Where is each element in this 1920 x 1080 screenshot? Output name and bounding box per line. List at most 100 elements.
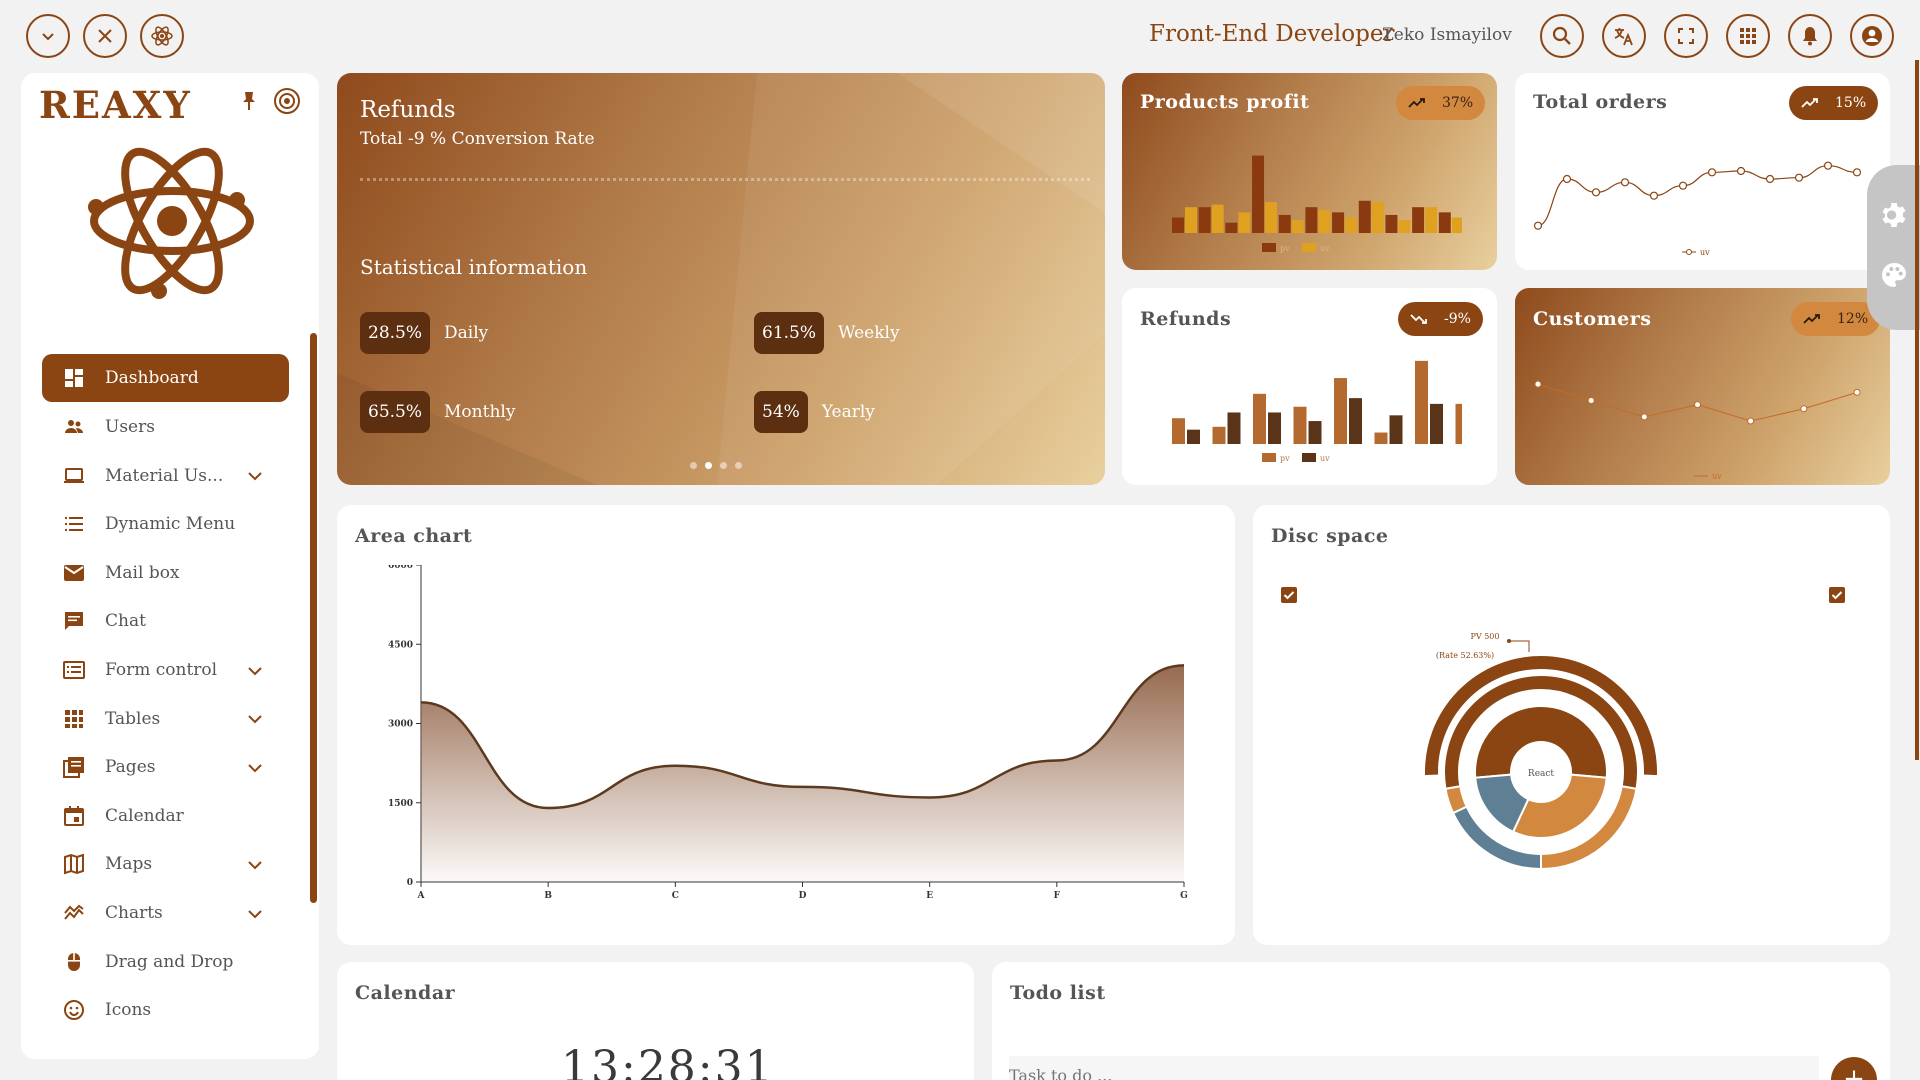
line-point [1587, 397, 1595, 405]
customers-chart: uv [1534, 380, 1861, 481]
calendar-card: Calendar 13:28:31 [337, 962, 974, 1080]
x-tick-label: D [799, 891, 807, 901]
sidebar-nav: Dashboard Users Material Us... Dynamic Menu… [42, 354, 289, 1035]
chevron-down-icon[interactable] [245, 661, 265, 681]
bar-uv [1389, 415, 1403, 444]
total-orders-chart: uv [1533, 161, 1862, 257]
sidebar-item-charts[interactable]: Charts [42, 890, 289, 937]
x-tick-label: G [1180, 891, 1188, 901]
sidebar-item-label: Dynamic Menu [105, 514, 236, 535]
dashboard-icon [62, 366, 86, 390]
users-icon [62, 415, 86, 439]
legend-label: uv [1320, 244, 1330, 253]
carousel-dot[interactable] [735, 462, 742, 469]
check-icon [1283, 591, 1295, 600]
sidebar-item-icons[interactable]: Icons [42, 987, 289, 1034]
radio-target-icon[interactable] [273, 87, 301, 115]
translate-button[interactable] [1602, 14, 1646, 58]
mouse-icon [62, 950, 86, 974]
checkbox-left[interactable] [1281, 587, 1297, 603]
chevron-down-icon[interactable] [245, 855, 265, 875]
sidebar-item-users[interactable]: Users [42, 404, 289, 451]
sidebar-item-tables[interactable]: Tables [42, 695, 289, 742]
check-icon [1831, 591, 1843, 600]
palette-icon[interactable] [1878, 259, 1910, 291]
notifications-button[interactable] [1788, 14, 1832, 58]
stat-weekly: 61.5% Weekly [754, 312, 900, 354]
add-task-button[interactable]: + [1831, 1057, 1877, 1080]
sidebar-item-calendar[interactable]: Calendar [42, 792, 289, 839]
stat-monthly: 65.5% Monthly [360, 391, 515, 433]
task-input[interactable] [1009, 1056, 1819, 1080]
close-button[interactable] [83, 14, 127, 58]
card-title: Todo list [1010, 982, 1106, 1004]
tooltip-dot [1507, 639, 1511, 643]
sidebar-scrollbar[interactable] [310, 333, 317, 903]
bar-pv [1358, 200, 1371, 233]
pin-icon[interactable] [237, 89, 261, 113]
card-title: Area chart [355, 525, 473, 547]
atom-logo-icon [88, 147, 254, 299]
products-profit-card: Products profit 37% pv uv [1122, 73, 1497, 270]
carousel-dot[interactable] [705, 462, 712, 469]
legend-label: uv [1700, 248, 1710, 257]
fullscreen-button[interactable] [1664, 14, 1708, 58]
top-right-actions [1540, 14, 1894, 58]
stat-value: 54% [754, 391, 808, 433]
y-tick-label: 1500 [388, 799, 413, 809]
trend-badge: 12% [1791, 302, 1881, 336]
line-uv [1537, 165, 1858, 227]
bar-uv [1227, 412, 1241, 444]
sidebar-item-mail-box[interactable]: Mail box [42, 549, 289, 596]
trending-down-icon [1410, 314, 1427, 324]
carousel-dot[interactable] [690, 462, 697, 469]
chevron-down-icon[interactable] [245, 758, 265, 778]
mail-icon [62, 561, 86, 585]
checkbox-right[interactable] [1829, 587, 1845, 603]
sidebar-item-maps[interactable]: Maps [42, 841, 289, 888]
chevron-down-icon[interactable] [245, 466, 265, 486]
map-icon [62, 852, 86, 876]
account-button[interactable] [1850, 14, 1894, 58]
sidebar-item-label: Icons [105, 1000, 152, 1021]
bar-uv [1185, 207, 1197, 233]
sidebar-item-form-control[interactable]: Form control [42, 647, 289, 694]
line-point [1640, 413, 1648, 421]
trending-up-icon [1803, 314, 1820, 324]
stat-value: 61.5% [754, 312, 825, 354]
sidebar: REAXY Dashboard Users Material Us... Dynami… [21, 73, 319, 1059]
page-scrollbar[interactable] [1915, 60, 1919, 760]
gear-icon[interactable] [1878, 199, 1910, 231]
search-button[interactable] [1540, 14, 1584, 58]
stat-label: Yearly [821, 402, 875, 422]
chevron-down-icon[interactable] [245, 709, 265, 729]
line-point [1853, 388, 1861, 396]
sidebar-item-pages[interactable]: Pages [42, 744, 289, 791]
line-point [1823, 161, 1833, 170]
chevron-down-icon[interactable] [245, 904, 265, 924]
line-point [1591, 188, 1601, 197]
y-tick-label: 4500 [388, 640, 413, 650]
stat-label: Monthly [444, 402, 516, 422]
trend-badge: 15% [1789, 86, 1879, 120]
sidebar-item-dashboard[interactable]: Dashboard [42, 354, 289, 402]
top-left-actions [26, 14, 184, 58]
list-icon [62, 512, 86, 536]
atom-button[interactable] [140, 14, 184, 58]
bar-pv [1172, 418, 1185, 444]
sidebar-item-chat[interactable]: Chat [42, 598, 289, 645]
user-name: Zeko Ismayilov [1382, 25, 1512, 45]
refunds-banner-subtitle: Total -9 % Conversion Rate [360, 129, 595, 149]
sidebar-item-material-us[interactable]: Material Us... [42, 452, 289, 499]
sidebar-item-label: Calendar [105, 805, 184, 826]
badge-value: 12% [1837, 311, 1869, 327]
line-point [1800, 405, 1808, 413]
sidebar-item-dynamic-menu[interactable]: Dynamic Menu [42, 501, 289, 548]
sidebar-item-drag-and-drop[interactable]: Drag and Drop [42, 938, 289, 985]
area-chart-card: Area chart 0 1500 3000 4500 6000 A B C D E F G [337, 505, 1235, 945]
sidebar-item-label: Pages [105, 757, 156, 778]
carousel-dot[interactable] [720, 462, 727, 469]
chevron-down-button[interactable] [26, 14, 70, 58]
form-icon [62, 658, 86, 682]
apps-button[interactable] [1726, 14, 1770, 58]
